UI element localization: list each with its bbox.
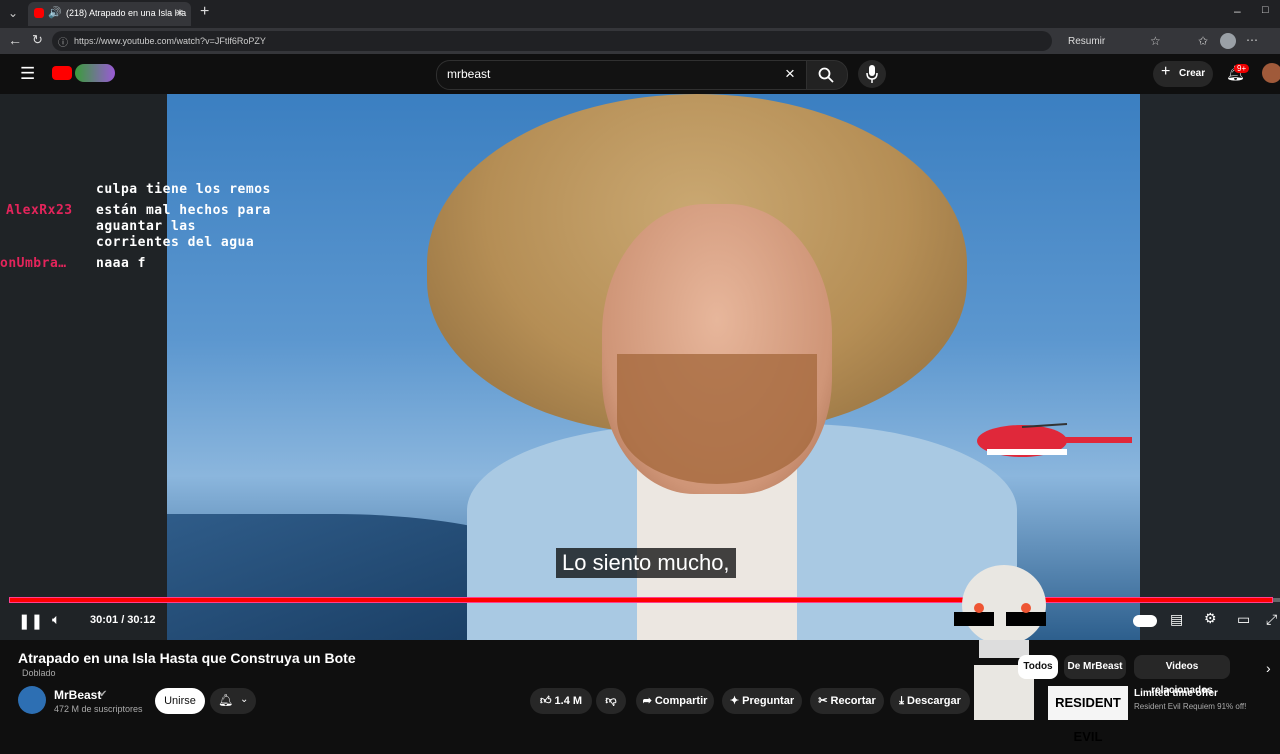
profile-avatar[interactable]: [1220, 33, 1236, 49]
resumir-button[interactable]: Resumir: [1068, 36, 1105, 47]
ad-thumbnail[interactable]: RESIDENT EVIL: [1048, 686, 1128, 744]
beard-shape: [617, 354, 817, 484]
volume-icon[interactable]: 🔈︎: [52, 611, 60, 628]
ask-button[interactable]: ✦ Preguntar: [722, 688, 802, 714]
favorites-icon[interactable]: ✩: [1198, 34, 1208, 48]
chat-line: aguantar las: [96, 219, 196, 234]
theater-mode-icon[interactable]: ▭: [1237, 611, 1250, 628]
right-blur-panel: [1140, 94, 1280, 640]
subscriber-count: 472 M de suscriptores: [54, 704, 143, 714]
scissors-icon: ✂: [818, 695, 828, 707]
search-icon: [818, 67, 834, 83]
search-input[interactable]: mrbeast: [447, 67, 490, 81]
chip-all[interactable]: Todos: [1018, 655, 1058, 679]
clip-label: Recortar: [830, 695, 876, 707]
left-blur-panel: [0, 94, 167, 640]
helicopter-icon: [977, 423, 1132, 457]
pause-icon[interactable]: ❚❚: [18, 612, 43, 630]
channel-avatar[interactable]: [18, 686, 46, 714]
new-tab-icon[interactable]: +: [200, 3, 209, 21]
create-button[interactable]: + Crear: [1153, 61, 1213, 87]
subscription-bell-button[interactable]: 🔔︎ ⌄: [210, 688, 256, 714]
more-menu-icon[interactable]: ⋯: [1246, 33, 1258, 47]
chat-username: AlexRx23: [6, 203, 73, 218]
maximize-icon[interactable]: □: [1262, 4, 1269, 16]
create-label: Crear: [1179, 68, 1206, 79]
notification-badge: 9+: [1234, 64, 1250, 73]
share-icon: ➦: [642, 695, 652, 707]
video-title: Atrapado en una Isla Hasta que Construya…: [18, 650, 356, 666]
like-count: 1.4 M: [554, 695, 583, 707]
thumbs-down-icon: 👎︎: [605, 695, 617, 707]
channel-name[interactable]: MrBeast: [54, 688, 101, 702]
dislike-button[interactable]: 👎︎: [596, 688, 626, 714]
progress-fill: [10, 598, 1273, 602]
chip-related-videos[interactable]: Videos relacionados: [1134, 655, 1230, 696]
chat-line: están mal hechos para: [96, 203, 271, 218]
fullscreen-icon[interactable]: ⤢: [1266, 611, 1277, 628]
close-tab-icon[interactable]: ×: [176, 5, 184, 20]
chat-line: corrientes del agua: [96, 235, 255, 250]
search-box[interactable]: mrbeast ×: [436, 60, 814, 90]
settings-gear-icon[interactable]: ⚙: [1204, 610, 1217, 627]
thumbs-up-icon: 👍︎: [539, 695, 552, 707]
search-button[interactable]: [806, 60, 848, 90]
share-button[interactable]: ➦ Compartir: [636, 688, 714, 714]
site-info-icon[interactable]: ⓘ: [58, 34, 68, 49]
browser-tab-bar: ⌄ 🔊 (218) Atrapado en una Isla Ha × + – …: [0, 0, 1280, 28]
subtitles-icon[interactable]: ▤: [1170, 611, 1183, 628]
url-text: https://www.youtube.com/watch?v=JFtlf6Ro…: [74, 36, 266, 46]
like-button[interactable]: 👍︎ 1.4 M: [530, 688, 592, 714]
autoplay-toggle[interactable]: [1133, 615, 1157, 627]
tab-list-icon[interactable]: ⌄: [8, 6, 18, 20]
minimize-icon[interactable]: –: [1234, 4, 1241, 18]
favorite-star-icon[interactable]: ☆: [1150, 34, 1161, 48]
sparkle-icon: ✦: [729, 695, 740, 707]
browser-tab[interactable]: 🔊 (218) Atrapado en una Isla Ha ×: [28, 2, 191, 26]
microphone-icon: [866, 65, 878, 83]
doodle-logo[interactable]: [75, 64, 115, 82]
youtube-favicon-icon: [34, 8, 44, 18]
time-display: 30:01 / 30:12: [90, 614, 156, 626]
join-button[interactable]: Unirse: [155, 688, 205, 714]
video-player[interactable]: culpa tiene los remos AlexRx23 están mal…: [0, 94, 1280, 640]
clear-search-icon[interactable]: ×: [785, 64, 795, 84]
account-avatar[interactable]: [1262, 63, 1280, 83]
plus-icon: +: [1161, 63, 1171, 80]
voice-search-button[interactable]: [858, 60, 886, 88]
caption-text: Lo siento mucho,: [556, 548, 736, 578]
chevron-right-icon[interactable]: ›: [1266, 660, 1271, 676]
verified-icon: ✔: [99, 689, 108, 700]
dubbed-badge: Doblado: [22, 668, 56, 678]
ad-title[interactable]: Limited time offer: [1134, 688, 1218, 699]
chevron-down-icon: ⌄: [240, 694, 249, 705]
share-label: Compartir: [654, 695, 708, 707]
tab-title: (218) Atrapado en una Isla Ha: [66, 8, 187, 18]
reload-icon[interactable]: ↻: [32, 32, 43, 48]
download-icon: ⤓: [899, 695, 904, 707]
chat-username: onUmbra…: [0, 256, 67, 271]
chat-line: naaa f: [96, 256, 146, 271]
back-icon[interactable]: ←: [8, 32, 22, 48]
url-field[interactable]: ⓘ https://www.youtube.com/watch?v=JFtlf6…: [52, 31, 1052, 51]
download-label: Descargar: [907, 695, 961, 707]
chat-line: culpa tiene los remos: [96, 182, 271, 197]
menu-icon[interactable]: ☰: [20, 64, 35, 84]
download-button[interactable]: ⤓ Descargar: [890, 688, 970, 714]
speaker-icon[interactable]: 🔊: [48, 6, 62, 19]
chip-from-mrbeast[interactable]: De MrBeast: [1064, 655, 1126, 679]
clip-button[interactable]: ✂ Recortar: [810, 688, 884, 714]
ad-subtitle: Resident Evil Requiem 91% off!: [1134, 702, 1247, 711]
progress-bar[interactable]: [10, 598, 1280, 602]
bell-icon: 🔔︎: [218, 693, 234, 707]
ask-label: Preguntar: [742, 695, 795, 707]
youtube-logo[interactable]: [52, 66, 72, 80]
